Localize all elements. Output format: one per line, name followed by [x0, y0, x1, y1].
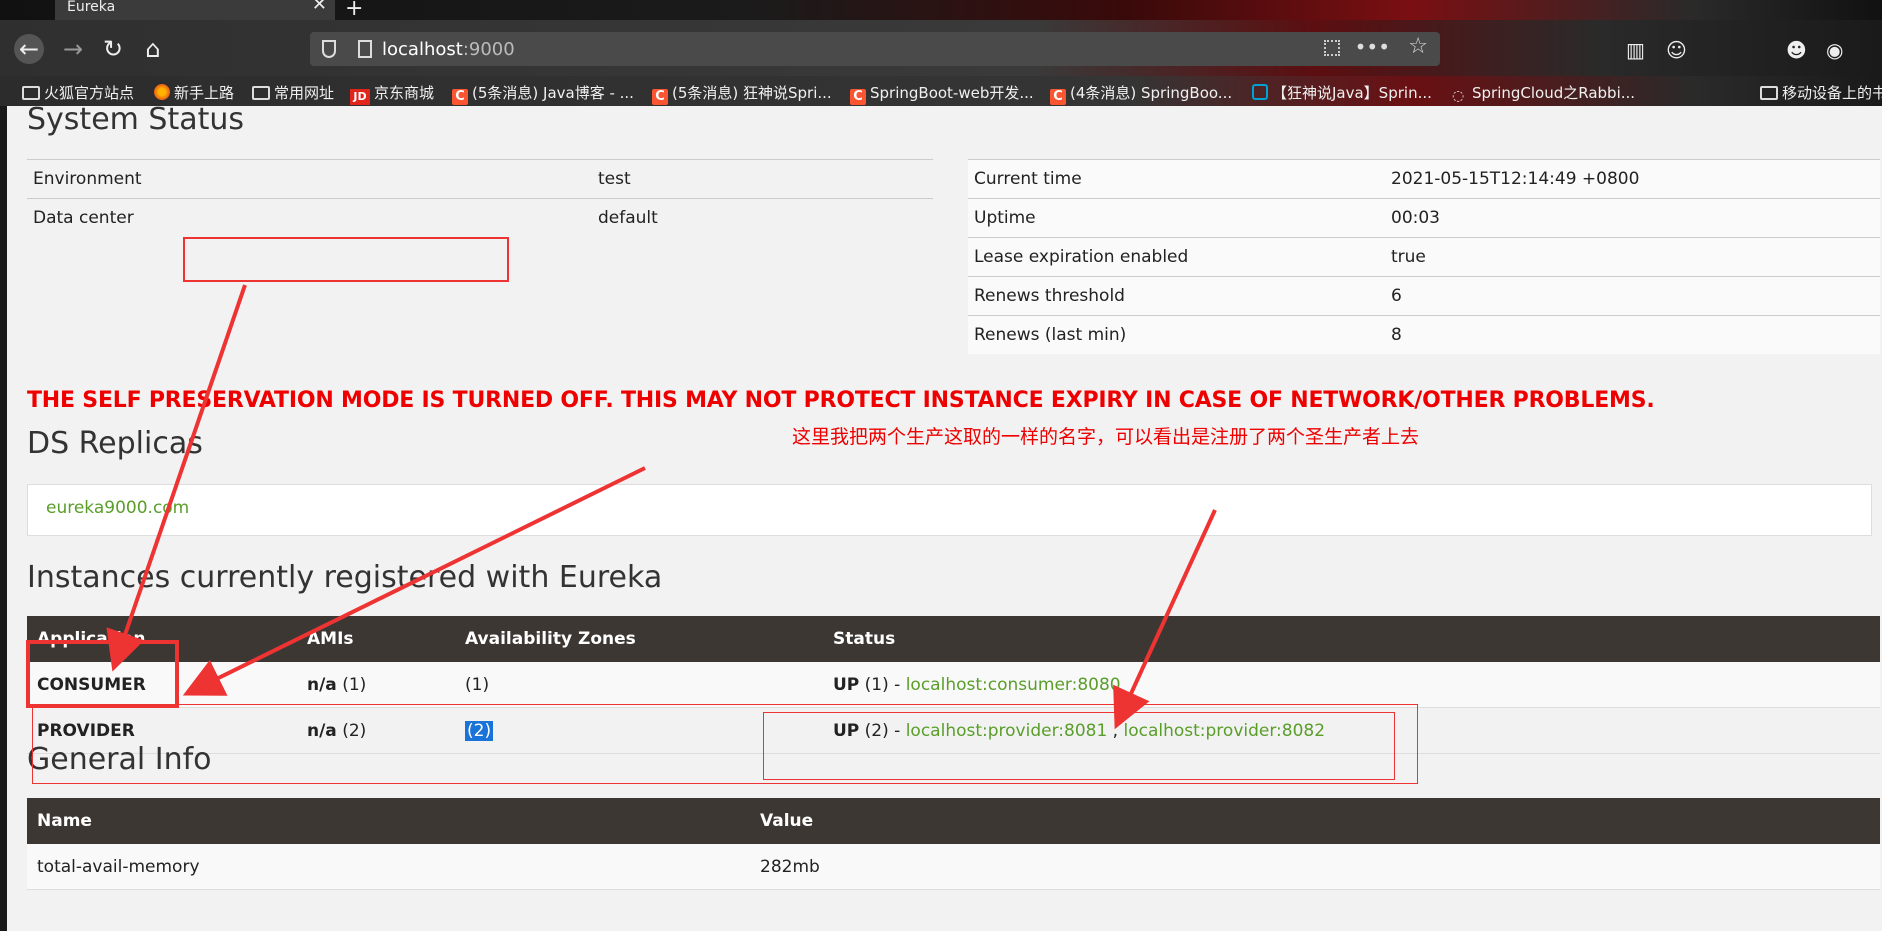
- shield-icon[interactable]: [322, 40, 336, 58]
- status-value: 8: [1385, 315, 1880, 354]
- instance-link[interactable]: localhost:consumer:8080: [906, 675, 1121, 695]
- column-header: Value: [750, 798, 1880, 844]
- status-label: Uptime: [968, 198, 1385, 238]
- table-row: Current time 2021-05-15T12:14:49 +0800: [968, 159, 1880, 199]
- github-icon: ◌: [1452, 88, 1465, 104]
- bookmark-item[interactable]: C (5条消息) Java博客 - ...: [452, 82, 634, 105]
- more-actions-icon[interactable]: •••: [1355, 35, 1390, 59]
- home-icon[interactable]: ⌂: [138, 34, 168, 64]
- instances-title: Instances currently registered with Eure…: [27, 560, 663, 595]
- account-icon[interactable]: ☺: [1666, 38, 1687, 62]
- bilibili-icon: [1252, 84, 1268, 100]
- new-tab-icon[interactable]: +: [345, 0, 363, 21]
- qr-code-icon[interactable]: [1324, 40, 1340, 56]
- status-label: Environment: [27, 159, 592, 199]
- table-row: total-avail-memory 282mb: [27, 844, 1880, 890]
- extension-icon-2[interactable]: ◉: [1826, 38, 1843, 62]
- folder-icon: [22, 86, 40, 100]
- status-label: Renews threshold: [968, 276, 1385, 316]
- annotation-box-consumer: [26, 640, 179, 708]
- system-status-title: System Status: [27, 102, 245, 137]
- annotation-box-provider-status: [763, 712, 1395, 780]
- status-value: 6: [1385, 276, 1880, 316]
- status-label: Data center: [27, 198, 592, 237]
- column-header: Availability Zones: [455, 616, 823, 662]
- status-value: true: [1385, 237, 1880, 277]
- status-value: 00:03: [1385, 198, 1880, 238]
- system-status-right-table: Current time 2021-05-15T12:14:49 +0800 U…: [968, 159, 1880, 354]
- status-value: default: [592, 198, 933, 237]
- zones-cell: (1): [455, 662, 823, 708]
- csdn-icon: C: [652, 89, 668, 105]
- csdn-icon: C: [850, 89, 866, 105]
- reload-icon[interactable]: ↻: [98, 34, 128, 64]
- tab-title: Eureka: [67, 0, 116, 15]
- status-value: 2021-05-15T12:14:49 +0800: [1385, 159, 1880, 199]
- browser-tab-bar: Eureka ✕ +: [0, 0, 1882, 21]
- csdn-icon: C: [452, 89, 468, 105]
- bookmark-item[interactable]: ◌ SpringCloud之Rabbi...: [1452, 82, 1635, 104]
- status-cell: UP (1) - localhost:consumer:8080: [823, 662, 1880, 708]
- annotation-note: 这里我把两个生产这取的一样的名字，可以看出是注册了两个圣生产者上去: [792, 426, 1420, 448]
- table-row: Renews (last min) 8: [968, 315, 1880, 354]
- bookmark-item[interactable]: JD 京东商城: [350, 82, 434, 105]
- folder-icon: [1760, 86, 1778, 100]
- bookmark-item[interactable]: 火狐官方站点: [22, 82, 134, 103]
- bookmark-star-icon[interactable]: ☆: [1408, 34, 1428, 59]
- annotation-box-empty: [183, 237, 509, 282]
- page-content: System Status Environment test Data cent…: [7, 102, 1882, 931]
- status-label: Current time: [968, 159, 1385, 199]
- table-header-row: Application AMIs Availability Zones Stat…: [27, 616, 1880, 662]
- window-left-edge: [0, 106, 7, 931]
- status-label: Lease expiration enabled: [968, 237, 1385, 277]
- browser-toolbar: ← → ↻ ⌂ localhost:9000 ••• ☆ ▥ ☺ ☻ ◉: [0, 20, 1882, 76]
- url-text[interactable]: localhost:9000: [382, 39, 515, 60]
- forward-icon[interactable]: →: [58, 34, 88, 64]
- address-bar[interactable]: localhost:9000 ••• ☆: [310, 32, 1440, 66]
- close-tab-icon[interactable]: ✕: [312, 0, 327, 14]
- bookmark-item[interactable]: 移动设备上的书: [1760, 82, 1882, 103]
- bookmarks-toolbar: 火狐官方站点 新手上路 常用网址 JD 京东商城 C (5条消息) Java博客 -…: [0, 76, 1882, 106]
- table-header-row: Name Value: [27, 798, 1880, 844]
- back-icon[interactable]: ←: [14, 34, 44, 64]
- bookmark-item[interactable]: 常用网址: [252, 82, 334, 103]
- table-row: Renews threshold 6: [968, 276, 1880, 316]
- table-row: CONSUMER n/a (1) (1) UP (1) - localhost:…: [27, 662, 1880, 708]
- library-icon[interactable]: ▥: [1626, 38, 1645, 62]
- info-name: total-avail-memory: [27, 844, 750, 890]
- system-status-left-table: Environment test Data center default: [27, 159, 933, 237]
- bookmark-item[interactable]: 新手上路: [154, 82, 234, 103]
- csdn-icon: C: [1050, 89, 1066, 105]
- bookmark-item[interactable]: 【狂神说Java】Sprin...: [1252, 82, 1432, 103]
- general-info-table: Name Value total-avail-memory 282mb: [27, 798, 1880, 890]
- bookmark-item[interactable]: C SpringBoot-web开发...: [850, 82, 1034, 105]
- status-value: test: [592, 159, 933, 199]
- bookmark-item[interactable]: C (4条消息) SpringBoo...: [1050, 82, 1232, 105]
- column-header: Name: [27, 798, 750, 844]
- table-row: Environment test: [27, 159, 933, 199]
- self-preservation-warning: THE SELF PRESERVATION MODE IS TURNED OFF…: [27, 388, 1655, 413]
- extension-icon[interactable]: ☻: [1786, 38, 1807, 62]
- table-row: Lease expiration enabled true: [968, 237, 1880, 277]
- browser-tab[interactable]: Eureka ✕: [55, 0, 335, 20]
- ds-replicas-title: DS Replicas: [27, 426, 203, 461]
- column-header: Status: [823, 616, 1880, 662]
- folder-icon: [252, 86, 270, 100]
- table-row: Data center default: [27, 198, 933, 237]
- replica-link[interactable]: eureka9000.com: [46, 498, 189, 518]
- column-header: AMIs: [297, 616, 455, 662]
- jd-icon: JD: [350, 89, 370, 105]
- firefox-icon: [154, 84, 170, 100]
- bookmark-item[interactable]: C (5条消息) 狂神说Spri...: [652, 82, 832, 105]
- table-row: Uptime 00:03: [968, 198, 1880, 238]
- info-value: 282mb: [750, 844, 1880, 890]
- ds-replicas-panel: eureka9000.com: [27, 484, 1872, 536]
- amis-cell: n/a (1): [297, 662, 455, 708]
- status-label: Renews (last min): [968, 315, 1385, 354]
- page-icon: [358, 40, 372, 58]
